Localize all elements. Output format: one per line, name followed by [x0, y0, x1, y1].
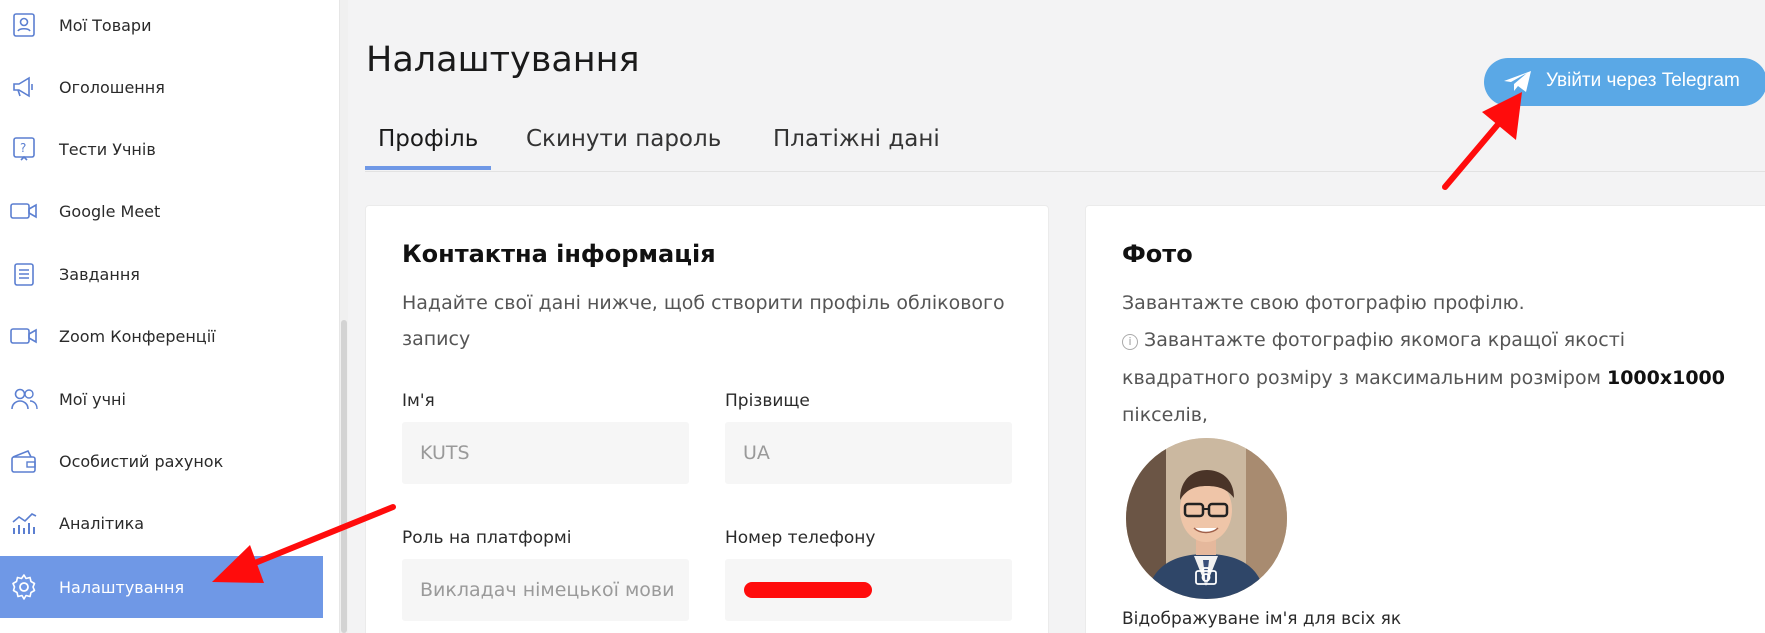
sidebar-item-label: Особистий рахунок	[59, 451, 224, 471]
sidebar-item-label: Аналітика	[59, 513, 145, 533]
gear-icon	[10, 573, 38, 601]
sidebar-item-label: Мої учні	[59, 389, 126, 409]
photo-quality-hint-text: Завантажте фотографію якомога кращої яко…	[1144, 329, 1626, 351]
contact-info-description-line: Надайте свої дані нижче, щоб створити пр…	[402, 292, 1005, 314]
tab-payment-details[interactable]: Платіжні дані	[760, 126, 953, 170]
redaction-mark	[744, 582, 872, 598]
sidebar-item-label: Google Meet	[59, 201, 161, 221]
last-name-label: Прізвище	[725, 391, 810, 411]
avatar[interactable]	[1126, 438, 1287, 599]
video-camera-icon	[10, 197, 38, 225]
page-title: Налаштування	[366, 40, 640, 80]
sidebar-item-label: Zoom Конференції	[59, 326, 216, 346]
photo-title: Фото	[1122, 240, 1193, 268]
sidebar-item-label: Оголошення	[59, 77, 165, 97]
question-icon: ?	[10, 135, 38, 163]
settings-tabs: Профіль Скинути пароль Платіжні дані	[365, 122, 1765, 172]
users-icon	[10, 385, 38, 413]
sidebar-item-google-meet[interactable]: Google Meet	[0, 180, 323, 242]
sidebar-item-my-products[interactable]: Мої Товари	[0, 0, 323, 56]
sidebar-item-my-students[interactable]: Мої учні	[0, 368, 323, 430]
photo-size-hint-text: квадратного розміру з максимальним розмі…	[1122, 367, 1601, 389]
telegram-button-label: Увійти через Telegram	[1546, 70, 1740, 91]
analytics-icon	[10, 509, 38, 537]
photo-quality-hint: i Завантажте фотографію якомога кращої я…	[1122, 322, 1625, 359]
sidebar: Мої Товари Оголошення ? Тести Учнів Goog…	[0, 0, 340, 633]
clipboard-icon	[10, 260, 38, 288]
sidebar-item-label: Завдання	[59, 264, 140, 284]
role-label: Роль на платформі	[402, 528, 572, 548]
video-camera-icon	[10, 322, 38, 350]
photo-upload-hint: Завантажте свою фотографію профілю.	[1122, 292, 1525, 314]
sidebar-item-analytics[interactable]: Аналітика	[0, 492, 323, 554]
telegram-login-button[interactable]: Увійти через Telegram	[1484, 58, 1765, 106]
sidebar-item-label: Тести Учнів	[59, 139, 156, 159]
first-name-label: Ім'я	[402, 391, 435, 411]
sidebar-item-label: Мої Товари	[59, 15, 152, 35]
contact-info-title: Контактна інформація	[402, 240, 716, 268]
display-name-label: Відображуване ім'я для всіх як	[1122, 609, 1402, 629]
first-name-input[interactable]	[402, 422, 689, 484]
photo-size-value: 1000x1000	[1606, 367, 1726, 389]
sidebar-item-tasks[interactable]: Завдання	[0, 243, 323, 305]
sidebar-item-settings[interactable]: Налаштування	[0, 556, 323, 618]
telegram-icon	[1502, 69, 1534, 99]
contact-info-description-line: запису	[402, 328, 471, 350]
info-icon: i	[1122, 334, 1138, 350]
tab-reset-password[interactable]: Скинути пароль	[513, 126, 734, 170]
phone-label: Номер телефону	[725, 528, 876, 548]
wallet-icon	[10, 447, 38, 475]
photo-size-hint: квадратного розміру з максимальним розмі…	[1122, 360, 1725, 397]
last-name-input[interactable]	[725, 422, 1012, 484]
tab-profile[interactable]: Профіль	[365, 126, 492, 170]
megaphone-icon	[10, 73, 38, 101]
contact-info-description: Надайте свої дані нижче, щоб створити пр…	[402, 285, 1022, 357]
sidebar-item-announcements[interactable]: Оголошення	[0, 56, 323, 118]
sidebar-item-personal-account[interactable]: Особистий рахунок	[0, 430, 323, 492]
sidebar-item-label: Налаштування	[59, 577, 185, 597]
svg-text:?: ?	[20, 141, 26, 155]
sidebar-item-student-tests[interactable]: ? Тести Учнів	[0, 118, 323, 180]
photo-size-hint-end: пікселів,	[1122, 404, 1208, 426]
user-id-icon	[10, 11, 38, 39]
sidebar-item-zoom[interactable]: Zoom Конференції	[0, 305, 323, 367]
role-input[interactable]	[402, 559, 689, 621]
sidebar-scrollbar-thumb[interactable]	[341, 320, 347, 633]
camera-icon[interactable]	[1194, 566, 1218, 590]
